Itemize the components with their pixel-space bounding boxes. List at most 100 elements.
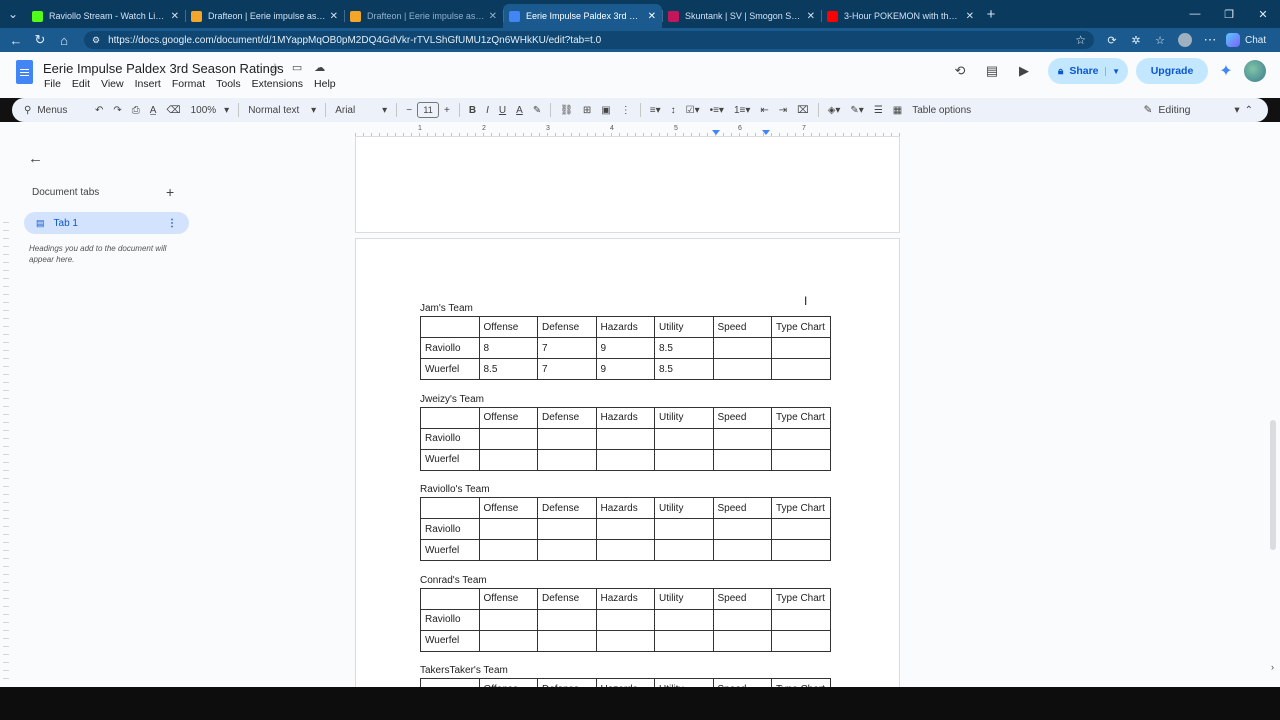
paint-format-icon[interactable]: ⌫ xyxy=(161,105,185,116)
close-tab-icon[interactable]: ✕ xyxy=(966,11,974,22)
table-header-cell[interactable]: Speed xyxy=(712,587,772,610)
table-cell[interactable] xyxy=(654,608,714,631)
table-cell[interactable] xyxy=(478,448,538,471)
vertical-scrollbar[interactable] xyxy=(1270,420,1276,550)
scroll-expand-icon[interactable]: › xyxy=(1271,662,1274,672)
close-window-icon[interactable]: ✕ xyxy=(1246,8,1280,21)
table-header-cell[interactable]: Utility xyxy=(654,587,714,610)
browser-tab[interactable]: Eerie Impulse Paldex 3rd Season R ✕ xyxy=(503,4,662,28)
table-cell[interactable] xyxy=(478,629,538,652)
menu-tools[interactable]: Tools xyxy=(216,78,241,90)
style-select[interactable]: Normal text ▾ xyxy=(243,105,321,116)
table-header-cell[interactable]: Offense xyxy=(478,406,538,429)
share-dropdown-icon[interactable]: ▼ xyxy=(1105,66,1120,76)
cloud-saved-icon[interactable]: ☁ xyxy=(314,61,325,74)
table-cell[interactable] xyxy=(595,448,655,471)
favorites-icon[interactable]: ☆ xyxy=(1148,34,1172,47)
upgrade-button[interactable]: Upgrade xyxy=(1136,58,1208,84)
row-label-cell[interactable]: Raviollo xyxy=(420,608,480,631)
table-header-cell[interactable]: Offense xyxy=(478,316,538,338)
table-cell[interactable] xyxy=(654,448,714,471)
site-info-icon[interactable]: ⚙ xyxy=(92,35,100,46)
reload-icon[interactable]: ↻ xyxy=(28,32,52,48)
table-cell[interactable] xyxy=(771,518,831,540)
redo-icon[interactable]: ↷ xyxy=(108,105,126,116)
table-header-cell[interactable] xyxy=(420,497,480,519)
url-field[interactable]: ⚙ https://docs.google.com/document/d/1MY… xyxy=(84,31,1094,49)
browser-tab[interactable]: Drafteon | Eerie impulse associatio ✕ xyxy=(344,4,503,28)
table-cell[interactable]: 9 xyxy=(595,358,655,380)
numbered-list-icon[interactable]: 1≡▾ xyxy=(729,105,755,116)
chat-button[interactable]: Chat xyxy=(1226,33,1266,47)
align-icon[interactable]: ≡▾ xyxy=(645,105,666,116)
table-cell[interactable] xyxy=(771,358,831,380)
close-tab-icon[interactable]: ✕ xyxy=(489,11,497,22)
browser-tab[interactable]: Drafteon | Eerie impulse associatio ✕ xyxy=(185,4,344,28)
row-label-cell[interactable]: Wuerfel xyxy=(420,539,480,561)
table-cell[interactable] xyxy=(478,427,538,450)
table-options-button[interactable]: Table options xyxy=(907,105,976,116)
table-header-cell[interactable]: Defense xyxy=(537,587,597,610)
bold-icon[interactable]: B xyxy=(464,105,481,116)
border-color-icon[interactable]: ✎▾ xyxy=(845,105,868,116)
extension-icon[interactable]: ⟳ xyxy=(1100,34,1124,47)
close-tab-icon[interactable]: ✕ xyxy=(330,11,338,22)
bookmark-star-icon[interactable]: ☆ xyxy=(1075,33,1086,47)
text-color-icon[interactable]: A xyxy=(511,105,528,116)
table-cell[interactable] xyxy=(654,539,714,561)
close-tab-icon[interactable]: ✕ xyxy=(807,11,815,22)
row-label-cell[interactable]: Wuerfel xyxy=(420,358,480,380)
share-button[interactable]: 🔒︎ Share ▼ xyxy=(1048,58,1128,84)
table-header-cell[interactable]: Defense xyxy=(537,406,597,429)
table-header-cell[interactable]: Speed xyxy=(712,406,772,429)
move-folder-icon[interactable]: ▭ xyxy=(292,61,302,74)
document-page[interactable]: Jam's Team Offense Defense Hazards Utility Sp… xyxy=(355,238,900,687)
table-header-cell[interactable]: Type Chart xyxy=(771,678,831,687)
table-cell[interactable] xyxy=(654,518,714,540)
table-cell[interactable] xyxy=(595,539,655,561)
checklist-table-icon[interactable]: ⋮ xyxy=(616,105,636,116)
table-cell[interactable] xyxy=(712,337,772,359)
menu-help[interactable]: Help xyxy=(314,78,336,90)
menu-edit[interactable]: Edit xyxy=(72,78,90,90)
table-header-cell[interactable]: Utility xyxy=(654,406,714,429)
comments-icon[interactable]: ▤ xyxy=(976,63,1008,79)
table-cell[interactable] xyxy=(771,539,831,561)
table-cell[interactable] xyxy=(771,629,831,652)
table-cell[interactable]: 7 xyxy=(537,358,597,380)
comment-icon[interactable]: ⊞ xyxy=(578,105,596,116)
table-cell[interactable] xyxy=(595,518,655,540)
puzzle-icon[interactable]: ✲ xyxy=(1124,34,1148,47)
zoom-select[interactable]: 100% ▾ xyxy=(186,105,235,116)
table-header-cell[interactable]: Type Chart xyxy=(771,316,831,338)
tab-options-icon[interactable]: ⋮ xyxy=(167,218,177,229)
add-tab-icon[interactable]: + xyxy=(166,184,174,200)
bulleted-list-icon[interactable]: •≡▾ xyxy=(705,105,729,116)
row-label-cell[interactable]: Raviollo xyxy=(420,518,480,540)
table-cell[interactable]: 8 xyxy=(478,337,538,359)
browser-tab[interactable]: 3-Hour POKEMON with the M ✕ xyxy=(821,4,980,28)
table-cell[interactable] xyxy=(712,629,772,652)
table-cell[interactable]: 7 xyxy=(537,337,597,359)
table-header-cell[interactable] xyxy=(420,316,480,338)
menu-extensions[interactable]: Extensions xyxy=(252,78,303,90)
table-header-cell[interactable]: Utility xyxy=(654,316,714,338)
editing-mode-select[interactable]: ✎ Editing ▾ xyxy=(1144,104,1240,116)
decrease-font-size-icon[interactable]: − xyxy=(401,105,417,116)
table-cell[interactable] xyxy=(712,539,772,561)
browser-tab[interactable]: Skuntank | SV | Smogon Strategy P ✕ xyxy=(662,4,821,28)
table-cell[interactable] xyxy=(712,358,772,380)
maximize-icon[interactable]: ❐ xyxy=(1212,8,1246,21)
font-size-input[interactable]: 11 xyxy=(417,102,440,118)
image-icon[interactable]: ▣ xyxy=(596,105,615,116)
table-cell[interactable] xyxy=(712,427,772,450)
table-cell[interactable] xyxy=(595,608,655,631)
increase-indent-icon[interactable]: ⇥ xyxy=(774,105,792,116)
document-page[interactable] xyxy=(355,136,900,233)
close-tab-icon[interactable]: ✕ xyxy=(648,11,656,22)
table-header-cell[interactable]: Type Chart xyxy=(771,406,831,429)
table-header-cell[interactable] xyxy=(420,406,480,429)
table-cell[interactable]: 9 xyxy=(595,337,655,359)
menu-format[interactable]: Format xyxy=(172,78,205,90)
gemini-icon[interactable]: ✦ xyxy=(1208,61,1244,81)
